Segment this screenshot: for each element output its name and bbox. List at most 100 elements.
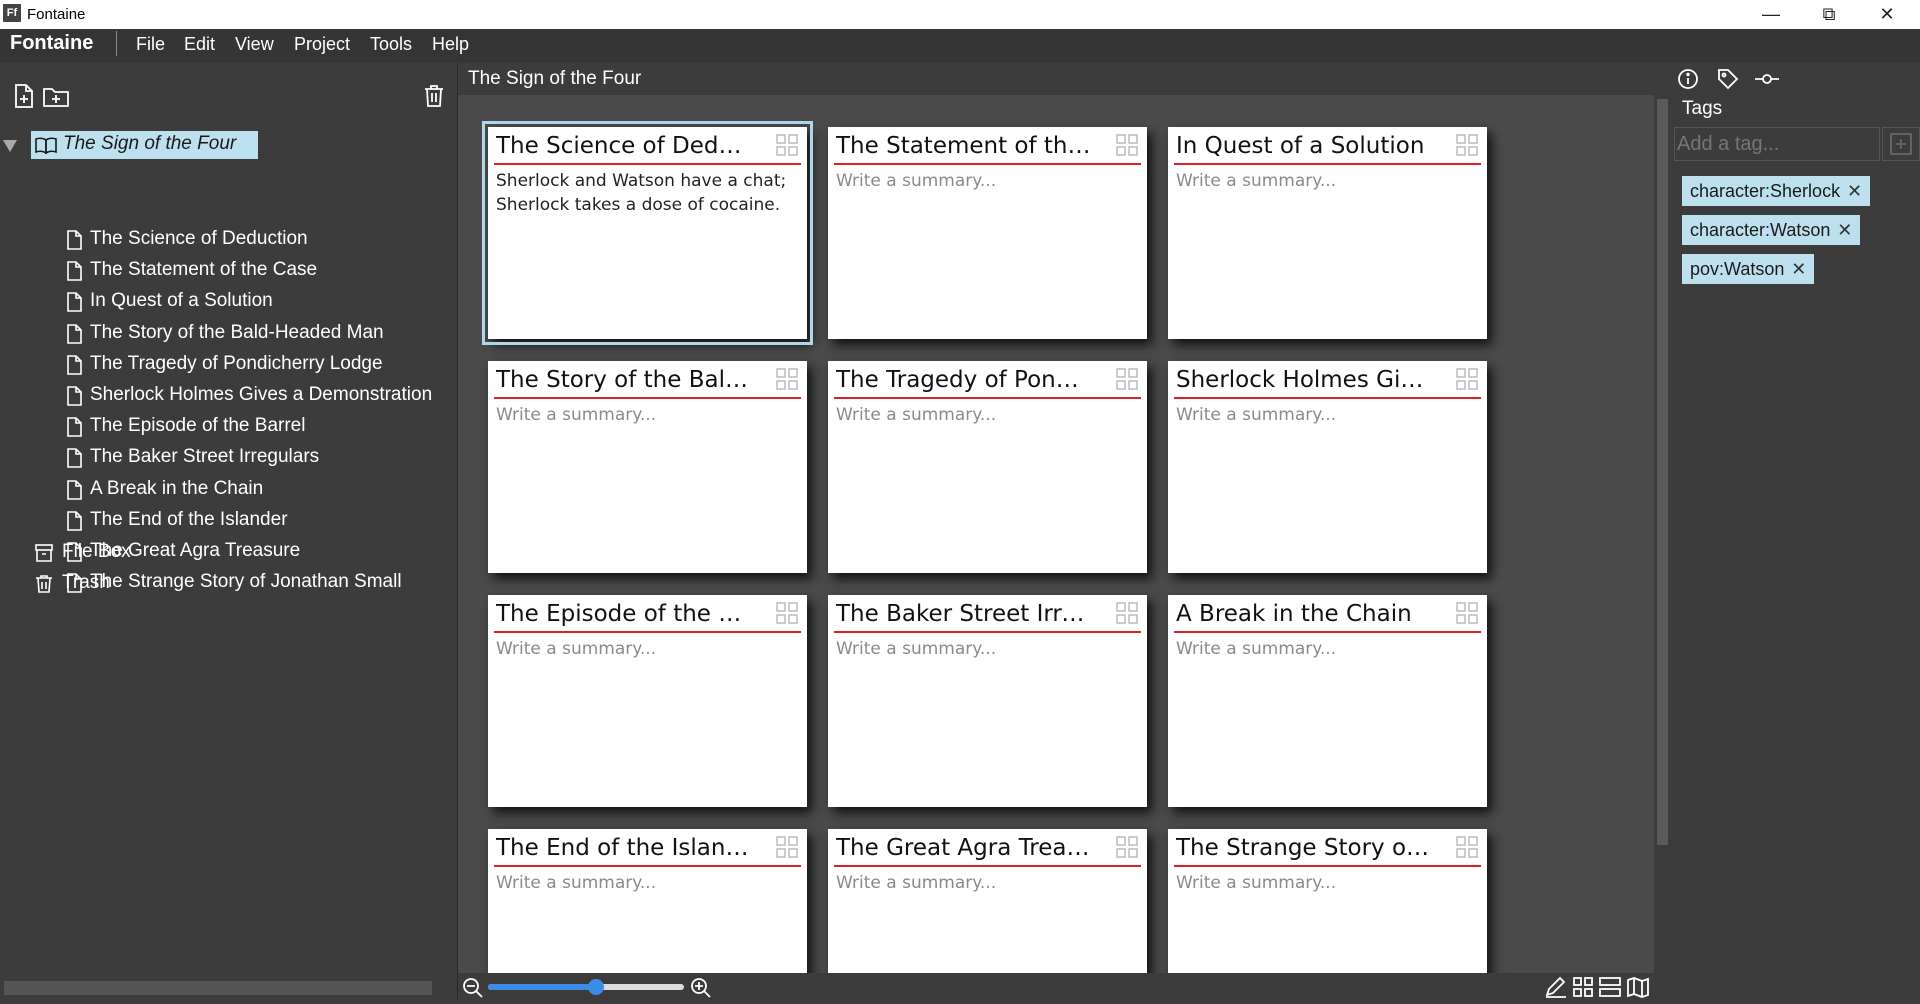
- card-title[interactable]: The Baker Street Irre...: [836, 601, 1091, 627]
- card-title[interactable]: The Strange Story of J...: [1176, 835, 1431, 861]
- card-title[interactable]: The Science of Deduc...: [496, 133, 751, 159]
- editor-view-icon[interactable]: [1544, 976, 1568, 1003]
- card-title[interactable]: The Episode of the Ba...: [496, 601, 751, 627]
- card-title-rule: [834, 865, 1141, 867]
- archive-icon: [35, 544, 53, 562]
- outline-view-icon[interactable]: [1598, 976, 1622, 1003]
- card-title-rule: [834, 631, 1141, 633]
- card-summary[interactable]: Sherlock and Watson have a chat; Sherloc…: [496, 169, 796, 217]
- card-grid-icon[interactable]: [1115, 835, 1139, 864]
- card-summary[interactable]: Write a summary...: [1176, 871, 1476, 895]
- menu-edit[interactable]: Edit: [184, 34, 215, 55]
- add-tag-input[interactable]: [1674, 127, 1880, 161]
- project-sidebar: The Sign of the Four The Science of Dedu…: [0, 63, 458, 1001]
- card-title[interactable]: In Quest of a Solution: [1176, 133, 1431, 159]
- menu-tools[interactable]: Tools: [370, 34, 412, 55]
- zoom-in-icon[interactable]: [690, 977, 712, 1004]
- minimize-button[interactable]: —: [1742, 0, 1800, 29]
- card-title-rule: [1174, 865, 1481, 867]
- index-card[interactable]: A Break in the Chain Write a summary...: [1168, 595, 1487, 807]
- tag-chip[interactable]: character:Watson ✕: [1682, 215, 1861, 245]
- card-grid-icon[interactable]: [1455, 835, 1479, 864]
- collapse-arrow-icon[interactable]: [3, 139, 17, 157]
- tree-root-project[interactable]: The Sign of the Four: [31, 131, 258, 159]
- card-title[interactable]: The Story of the Bald-...: [496, 367, 751, 393]
- index-card[interactable]: The Statement of the ... Write a summary.…: [828, 127, 1147, 339]
- index-card[interactable]: The Strange Story of J... Write a summary…: [1168, 829, 1487, 973]
- document-icon: [67, 417, 82, 437]
- corkboard-view-icon[interactable]: [1572, 976, 1594, 1003]
- new-folder-icon[interactable]: [42, 83, 69, 109]
- zoom-slider[interactable]: [488, 979, 684, 995]
- card-grid-icon[interactable]: [1115, 133, 1139, 162]
- remove-tag-icon[interactable]: ✕: [1847, 176, 1862, 206]
- map-view-icon[interactable]: [1626, 976, 1650, 1003]
- corkboard-bottom-bar: [458, 973, 1671, 1001]
- plus-icon: [1890, 133, 1912, 155]
- card-title[interactable]: A Break in the Chain: [1176, 601, 1431, 627]
- card-grid-icon[interactable]: [1115, 601, 1139, 630]
- card-grid-icon[interactable]: [775, 601, 799, 630]
- tag-chip[interactable]: pov:Watson ✕: [1682, 254, 1815, 284]
- index-card[interactable]: The End of the Islander Write a summary..…: [488, 829, 807, 973]
- card-summary[interactable]: Write a summary...: [836, 871, 1136, 895]
- new-document-icon[interactable]: [12, 83, 38, 109]
- close-button[interactable]: ✕: [1858, 0, 1916, 29]
- card-title-rule: [1174, 397, 1481, 399]
- index-card[interactable]: Sherlock Holmes Give... Write a summary..…: [1168, 361, 1487, 573]
- card-summary[interactable]: Write a summary...: [1176, 637, 1476, 661]
- index-card[interactable]: The Episode of the Ba... Write a summary.…: [488, 595, 807, 807]
- card-title[interactable]: The End of the Islander: [496, 835, 751, 861]
- chapter-label: The Statement of the Case: [90, 259, 318, 280]
- trash-icon: [36, 575, 52, 593]
- document-icon: [67, 511, 82, 531]
- zoom-out-icon[interactable]: [462, 977, 484, 1004]
- menu-project[interactable]: Project: [294, 34, 350, 55]
- index-card[interactable]: The Baker Street Irre... Write a summary.…: [828, 595, 1147, 807]
- card-grid-icon[interactable]: [775, 367, 799, 396]
- index-card[interactable]: The Story of the Bald-... Write a summary…: [488, 361, 807, 573]
- restore-button[interactable]: ⧉: [1800, 0, 1858, 29]
- info-tab-icon[interactable]: [1676, 67, 1704, 93]
- card-grid-icon[interactable]: [775, 133, 799, 162]
- commit-tab-icon[interactable]: [1754, 67, 1782, 93]
- scrollbar-thumb[interactable]: [1657, 99, 1668, 845]
- card-summary[interactable]: Write a summary...: [1176, 169, 1476, 193]
- zoom-slider-handle[interactable]: [587, 979, 604, 995]
- tag-chip[interactable]: character:Sherlock ✕: [1682, 176, 1871, 206]
- menu-file[interactable]: File: [136, 34, 165, 55]
- card-summary[interactable]: Write a summary...: [836, 637, 1136, 661]
- menu-view[interactable]: View: [235, 34, 274, 55]
- sidebar-horizontal-scrollbar[interactable]: [4, 981, 432, 995]
- tag-tab-icon[interactable]: [1716, 67, 1744, 93]
- corkboard-vertical-scrollbar[interactable]: [1654, 95, 1671, 973]
- card-grid-icon[interactable]: [1455, 367, 1479, 396]
- card-title[interactable]: The Great Agra Treas...: [836, 835, 1091, 861]
- card-title[interactable]: The Statement of the ...: [836, 133, 1091, 159]
- card-grid-icon[interactable]: [1455, 601, 1479, 630]
- document-icon: [67, 355, 82, 375]
- trash-icon[interactable]: [422, 83, 448, 109]
- card-title[interactable]: Sherlock Holmes Give...: [1176, 367, 1431, 393]
- window-titlebar: Ff Fontaine — ⧉ ✕: [0, 0, 1920, 29]
- card-title[interactable]: The Tragedy of Pondi...: [836, 367, 1091, 393]
- card-summary[interactable]: Write a summary...: [496, 637, 796, 661]
- chapter-label: A Break in the Chain: [90, 478, 264, 499]
- index-card[interactable]: The Science of Deduc... Sherlock and Wats…: [482, 121, 813, 345]
- card-summary[interactable]: Write a summary...: [836, 169, 1136, 193]
- chapter-label: The Tragedy of Pondicherry Lodge: [90, 353, 383, 374]
- index-card[interactable]: The Great Agra Treas... Write a summary..…: [828, 829, 1147, 973]
- card-summary[interactable]: Write a summary...: [496, 871, 796, 895]
- index-card[interactable]: In Quest of a Solution Write a summary...: [1168, 127, 1487, 339]
- remove-tag-icon[interactable]: ✕: [1837, 215, 1852, 245]
- add-tag-button[interactable]: [1882, 127, 1920, 161]
- card-summary[interactable]: Write a summary...: [836, 403, 1136, 427]
- index-card[interactable]: The Tragedy of Pondi... Write a summary..…: [828, 361, 1147, 573]
- card-grid-icon[interactable]: [1115, 367, 1139, 396]
- card-summary[interactable]: Write a summary...: [1176, 403, 1476, 427]
- card-grid-icon[interactable]: [775, 835, 799, 864]
- remove-tag-icon[interactable]: ✕: [1791, 254, 1806, 284]
- card-summary[interactable]: Write a summary...: [496, 403, 796, 427]
- card-grid-icon[interactable]: [1455, 133, 1479, 162]
- menu-help[interactable]: Help: [432, 34, 469, 55]
